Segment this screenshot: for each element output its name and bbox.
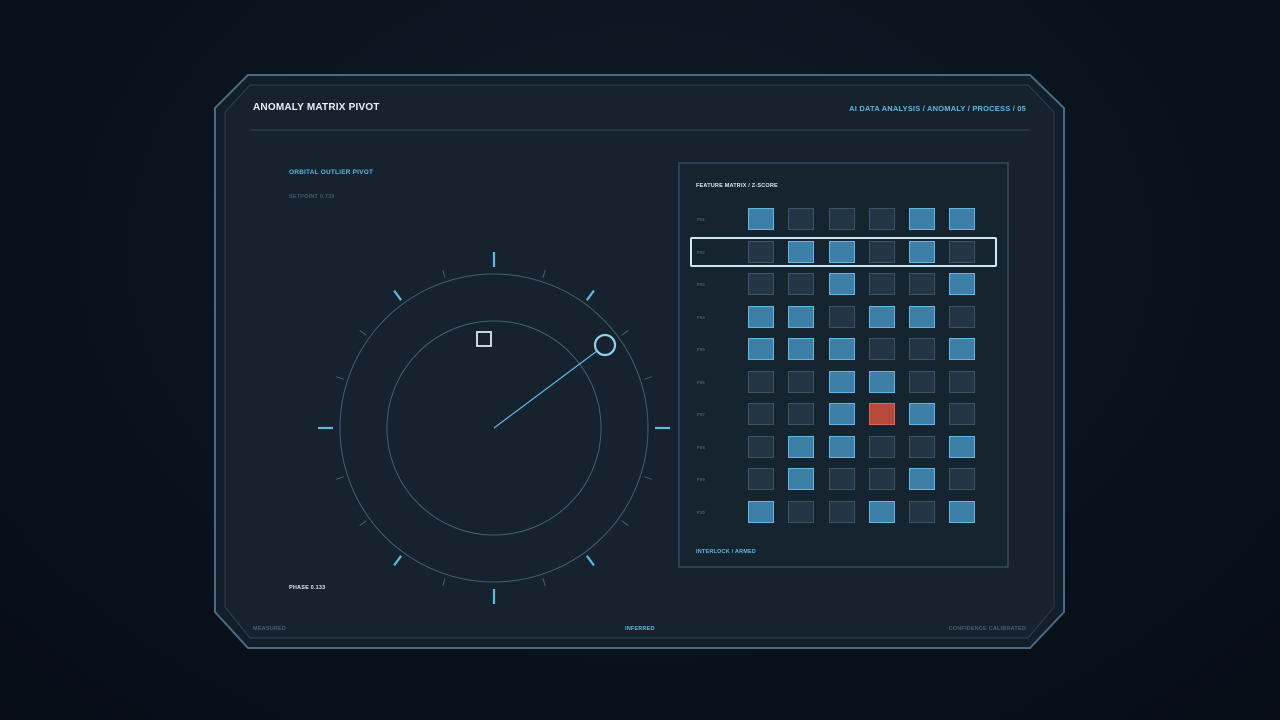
matrix-cell[interactable] xyxy=(748,370,774,393)
matrix-row-label: F09 xyxy=(697,477,705,482)
breadcrumb[interactable]: AI DATA ANALYSIS / ANOMALY / PROCESS / 0… xyxy=(849,104,1026,113)
matrix-cell[interactable] xyxy=(869,273,895,295)
matrix-cell[interactable] xyxy=(748,208,774,230)
matrix-cell[interactable] xyxy=(829,305,855,328)
matrix-cell[interactable] xyxy=(748,403,774,425)
matrix-cell[interactable] xyxy=(829,338,855,360)
matrix-cell[interactable] xyxy=(788,338,814,360)
matrix-row-label: F01 xyxy=(697,217,705,222)
matrix-cell[interactable] xyxy=(748,305,774,328)
matrix-cell[interactable] xyxy=(949,468,975,490)
matrix-cell[interactable] xyxy=(949,305,975,328)
matrix-title: FEATURE MATRIX / Z-SCORE xyxy=(696,183,778,189)
matrix-cell[interactable] xyxy=(788,468,814,490)
matrix-cell[interactable] xyxy=(788,500,814,523)
matrix-cell[interactable] xyxy=(869,338,895,360)
matrix-row-label: F08 xyxy=(697,444,705,450)
matrix-cell[interactable] xyxy=(829,500,855,523)
matrix-cell[interactable] xyxy=(909,273,935,295)
setpoint-readout: SETPOINT 0.739 xyxy=(289,194,335,200)
matrix-cell[interactable] xyxy=(829,403,855,425)
matrix-cell[interactable] xyxy=(748,273,774,295)
matrix-cell[interactable] xyxy=(909,305,935,328)
interlock-status: INTERLOCK / ARMED xyxy=(696,549,757,555)
matrix-cell[interactable] xyxy=(909,208,935,230)
matrix-cell[interactable] xyxy=(949,403,975,425)
matrix-row-label: F10 xyxy=(697,509,705,515)
matrix-row-label: F07 xyxy=(697,412,705,417)
matrix-cell[interactable] xyxy=(829,370,855,393)
matrix-cell[interactable] xyxy=(909,435,935,458)
matrix-row-label: F06 xyxy=(697,379,705,385)
footer-confidence: CONFIDENCE CALIBRATED xyxy=(948,626,1026,632)
matrix-cell[interactable] xyxy=(909,468,935,490)
matrix-cell[interactable] xyxy=(829,435,855,458)
matrix-cell[interactable] xyxy=(788,273,814,295)
footer-inferred[interactable]: INFERRED xyxy=(625,626,655,632)
matrix-cell[interactable] xyxy=(869,468,895,490)
matrix-cell[interactable] xyxy=(949,500,975,523)
matrix-cell[interactable] xyxy=(788,435,814,458)
pivot-title: ORBITAL OUTLIER PIVOT xyxy=(289,169,374,176)
matrix-cell[interactable] xyxy=(829,468,855,490)
matrix-cell[interactable] xyxy=(748,500,774,523)
matrix-cell[interactable] xyxy=(788,305,814,328)
matrix-cell[interactable] xyxy=(869,370,895,393)
matrix-cell[interactable] xyxy=(748,435,774,458)
matrix-cell[interactable] xyxy=(949,273,975,295)
phase-readout: PHASE 0.133 xyxy=(289,585,326,591)
matrix-cell[interactable] xyxy=(869,305,895,328)
matrix-cell[interactable] xyxy=(869,435,895,458)
matrix-cell[interactable] xyxy=(869,208,895,230)
footer-measured: MEASURED xyxy=(253,626,287,632)
matrix-cell[interactable] xyxy=(909,403,935,425)
matrix-row-label: F03 xyxy=(697,282,705,287)
page-title: ANOMALY MATRIX PIVOT xyxy=(253,102,380,113)
matrix-cell[interactable] xyxy=(869,500,895,523)
matrix-cell[interactable] xyxy=(788,208,814,230)
hud-stage: ANOMALY MATRIX PIVOT AI DATA ANALYSIS / … xyxy=(0,0,1280,720)
matrix-cell[interactable] xyxy=(949,208,975,230)
matrix-cell[interactable] xyxy=(949,338,975,360)
matrix-cell[interactable] xyxy=(829,208,855,230)
matrix-cell[interactable] xyxy=(909,370,935,393)
selected-row-highlight[interactable] xyxy=(690,236,997,267)
matrix-cell[interactable] xyxy=(788,403,814,425)
matrix-cell[interactable] xyxy=(909,338,935,360)
setpoint-marker[interactable] xyxy=(476,331,492,347)
matrix-cell[interactable] xyxy=(949,370,975,393)
matrix-cell-alert[interactable] xyxy=(869,403,895,425)
dial-knob[interactable] xyxy=(593,333,617,357)
matrix-cell[interactable] xyxy=(788,370,814,393)
panel-frame xyxy=(214,74,1065,649)
matrix-cell[interactable] xyxy=(748,338,774,360)
matrix-row-label: F05 xyxy=(697,347,705,352)
matrix-cell[interactable] xyxy=(949,435,975,458)
matrix-row-label: F04 xyxy=(697,314,705,320)
matrix-cell[interactable] xyxy=(748,468,774,490)
matrix-cell[interactable] xyxy=(909,500,935,523)
matrix-cell[interactable] xyxy=(829,273,855,295)
